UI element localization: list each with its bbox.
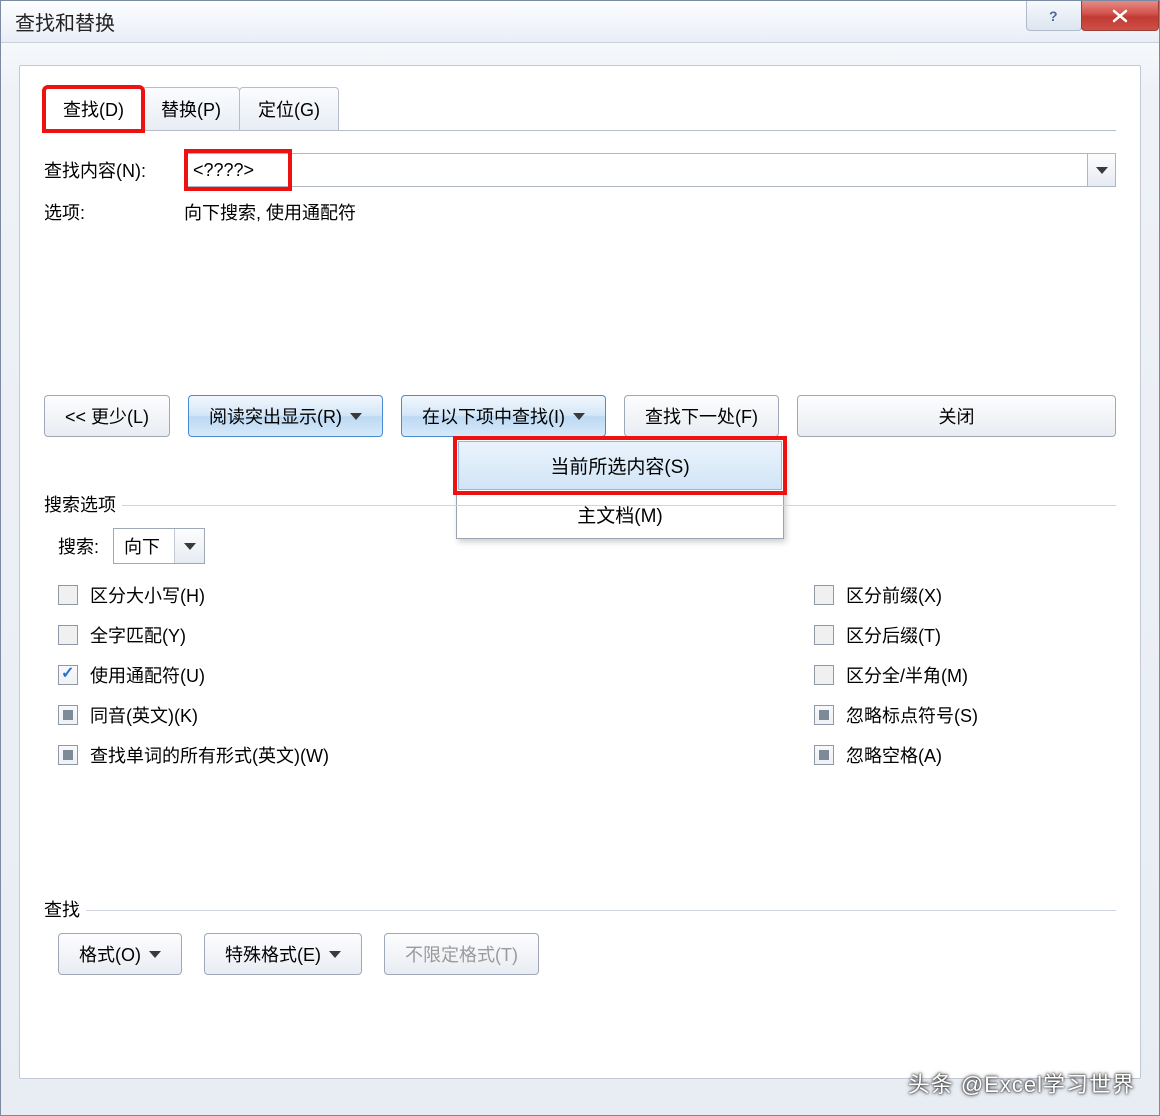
help-button[interactable]: ? <box>1026 1 1082 31</box>
find-in-button[interactable]: 在以下项中查找(I) <box>401 395 606 437</box>
action-button-row: << 更少(L) 阅读突出显示(R) 在以下项中查找(I) 查找下一处(F) 关… <box>44 395 1116 437</box>
checkbox-icon <box>814 585 834 605</box>
titlebar: 查找和替换 ? <box>1 1 1159 43</box>
less-button[interactable]: << 更少(L) <box>44 395 170 437</box>
titlebar-buttons: ? <box>1027 1 1159 42</box>
find-format-legend: 查找 <box>44 896 86 922</box>
options-row: 选项: 向下搜索, 使用通配符 <box>44 199 1116 225</box>
window-title: 查找和替换 <box>15 7 115 36</box>
tab-replace[interactable]: 替换(P) <box>142 87 240 131</box>
checkbox-tri-icon <box>814 705 834 725</box>
chevron-down-icon <box>329 951 341 958</box>
help-icon: ? <box>1046 8 1062 24</box>
find-next-button[interactable]: 查找下一处(F) <box>624 395 779 437</box>
chevron-down-icon <box>350 413 362 420</box>
tab-find[interactable]: 查找(D) <box>44 87 143 131</box>
find-content-row: 查找内容(N): <box>44 153 1116 187</box>
checkbox-tri-icon <box>814 745 834 765</box>
close-button[interactable] <box>1081 1 1159 31</box>
check-ignore-space[interactable]: 忽略空格(A) <box>814 742 1116 768</box>
checkbox-icon <box>814 665 834 685</box>
checkbox-checked-icon <box>58 665 78 685</box>
close-dialog-button[interactable]: 关闭 <box>797 395 1116 437</box>
search-direction-row: 搜索: 向下 <box>58 528 1116 564</box>
find-content-label: 查找内容(N): <box>44 157 184 183</box>
options-text: 向下搜索, 使用通配符 <box>184 199 356 225</box>
check-suffix[interactable]: 区分后缀(T) <box>814 622 1116 648</box>
check-match-case[interactable]: 区分大小写(H) <box>58 582 360 608</box>
search-direction-value: 向下 <box>114 533 174 559</box>
check-full-half[interactable]: 区分全/半角(M) <box>814 662 1116 688</box>
checkbox-icon <box>58 585 78 605</box>
check-ignore-punct[interactable]: 忽略标点符号(S) <box>814 702 1116 728</box>
tab-body: 查找内容(N): 选项: 向下搜索, 使用通配符 << 更少(L) 阅读突出显示… <box>44 130 1116 975</box>
checkbox-icon <box>58 625 78 645</box>
checkbox-icon <box>814 625 834 645</box>
tab-strip: 查找(D) 替换(P) 定位(G) <box>44 86 1116 130</box>
chevron-down-icon <box>573 413 585 420</box>
tab-goto[interactable]: 定位(G) <box>239 87 339 131</box>
find-format-fieldset: 查找 格式(O) 特殊格式(E) 不限定格式(T) <box>44 910 1116 975</box>
search-options-fieldset: 搜索选项 搜索: 向下 区分大小写(H) 全字匹配(Y) 使用通配符(U) 同音… <box>44 505 1116 782</box>
chevron-down-icon <box>1096 167 1108 174</box>
special-format-button[interactable]: 特殊格式(E) <box>204 933 362 975</box>
search-direction-label: 搜索: <box>58 533 99 559</box>
close-icon <box>1109 8 1131 24</box>
reading-highlight-button[interactable]: 阅读突出显示(R) <box>188 395 383 437</box>
checkbox-tri-icon <box>58 705 78 725</box>
dialog-window: 查找和替换 ? 查找(D) 替换(P) 定位(G) 查找内容(N): <box>0 0 1160 1116</box>
dialog-content: 查找(D) 替换(P) 定位(G) 查找内容(N): 选项: 向下搜索, 使用通… <box>19 65 1141 1079</box>
format-button[interactable]: 格式(O) <box>58 933 182 975</box>
format-buttons: 格式(O) 特殊格式(E) 不限定格式(T) <box>58 933 1116 975</box>
no-format-button[interactable]: 不限定格式(T) <box>384 933 539 975</box>
search-options-legend: 搜索选项 <box>44 491 122 517</box>
options-label: 选项: <box>44 199 184 225</box>
check-wildcards[interactable]: 使用通配符(U) <box>58 662 360 688</box>
checkbox-columns: 区分大小写(H) 全字匹配(Y) 使用通配符(U) 同音(英文)(K) 查找单词… <box>44 582 1116 782</box>
select-dropdown-button[interactable] <box>174 529 204 563</box>
menu-current-selection[interactable]: 当前所选内容(S) <box>458 441 782 490</box>
chevron-down-icon <box>184 543 196 550</box>
checkbox-col-right: 区分前缀(X) 区分后缀(T) 区分全/半角(M) 忽略标点符号(S) 忽略空格… <box>360 582 1116 782</box>
checkbox-col-left: 区分大小写(H) 全字匹配(Y) 使用通配符(U) 同音(英文)(K) 查找单词… <box>44 582 360 782</box>
checkbox-tri-icon <box>58 745 78 765</box>
find-content-input[interactable] <box>184 153 1088 187</box>
find-history-dropdown[interactable] <box>1088 153 1116 187</box>
search-direction-select[interactable]: 向下 <box>113 528 205 564</box>
find-input-wrap <box>184 153 1116 187</box>
check-sounds-like[interactable]: 同音(英文)(K) <box>58 702 360 728</box>
check-prefix[interactable]: 区分前缀(X) <box>814 582 1116 608</box>
check-all-forms[interactable]: 查找单词的所有形式(英文)(W) <box>58 742 360 768</box>
svg-text:?: ? <box>1049 8 1058 24</box>
watermark: 头条 @Excel学习世界 <box>908 1067 1135 1099</box>
check-whole-word[interactable]: 全字匹配(Y) <box>58 622 360 648</box>
chevron-down-icon <box>149 951 161 958</box>
